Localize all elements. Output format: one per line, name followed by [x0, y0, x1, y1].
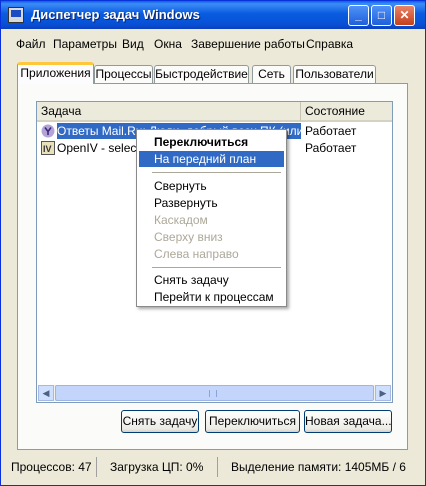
menu-item-go-to-process[interactable]: Перейти к процессам	[139, 289, 284, 305]
scroll-left-button[interactable]: ◀	[38, 385, 54, 401]
menu-options[interactable]: Параметры	[53, 37, 117, 51]
tab-users[interactable]: Пользователи	[293, 65, 376, 83]
menu-item-tile-vertical: Сверху вниз	[154, 230, 223, 244]
menu-item-minimize[interactable]: Свернуть	[139, 178, 284, 194]
status-processes: Процессов: 47	[1, 457, 97, 477]
column-header-status[interactable]: Состояние	[301, 102, 392, 122]
menu-item-cascade: Каскадом	[154, 213, 208, 227]
menu-separator	[152, 172, 281, 173]
column-header-task[interactable]: Задача	[37, 102, 301, 122]
switch-to-button[interactable]: Переключиться	[205, 410, 300, 433]
task-status: Работает	[305, 141, 357, 155]
end-task-button[interactable]: Снять задачу	[121, 410, 199, 433]
svg-text:IV: IV	[43, 144, 52, 154]
status-bar: Процессов: 47 Загрузка ЦП: 0% Выделение …	[1, 457, 425, 479]
tab-performance[interactable]: Быстродействие	[154, 65, 249, 83]
tab-processes[interactable]: Процессы	[94, 65, 153, 83]
window-title: Диспетчер задач Windows	[31, 7, 200, 22]
minimize-icon: _	[355, 8, 362, 22]
menu-help[interactable]: Справка	[306, 37, 353, 51]
close-button[interactable]: ✕	[394, 5, 415, 26]
tab-network[interactable]: Сеть	[252, 65, 291, 83]
menu-item-end-task[interactable]: Снять задачу	[139, 272, 284, 288]
menu-separator	[152, 267, 281, 268]
grip-icon	[209, 390, 217, 397]
task-status: Работает	[305, 124, 357, 138]
status-cpu: Загрузка ЦП: 0%	[98, 457, 218, 477]
close-icon: ✕	[399, 8, 410, 22]
new-task-button[interactable]: Новая задача...	[304, 410, 392, 433]
scroll-right-button[interactable]: ▶	[375, 385, 391, 401]
maximize-button[interactable]: □	[371, 5, 392, 26]
context-menu: Переключиться На передний план Свернуть …	[136, 129, 287, 307]
scrollbar-thumb[interactable]	[55, 385, 374, 401]
menu-item-maximize[interactable]: Развернуть	[139, 195, 284, 211]
mail-ru-answers-icon	[41, 124, 55, 138]
openiv-icon: IV	[41, 141, 55, 155]
menu-shutdown[interactable]: Завершение работы	[191, 37, 305, 51]
title-bar[interactable]: Диспетчер задач Windows _ □ ✕	[1, 1, 425, 29]
chevron-right-icon: ▶	[379, 388, 387, 398]
task-manager-app-icon	[8, 7, 24, 23]
menu-item-tile-horizontal: Слева направо	[154, 247, 239, 261]
menu-item-bring-to-front[interactable]: На передний план	[139, 151, 284, 167]
menu-file[interactable]: Файл	[16, 37, 46, 51]
chevron-left-icon: ◀	[42, 388, 50, 398]
horizontal-scrollbar[interactable]: ◀ ▶	[38, 385, 391, 401]
task-manager-window: Диспетчер задач Windows _ □ ✕ Файл Парам…	[0, 0, 426, 486]
minimize-button[interactable]: _	[348, 5, 369, 26]
menu-item-switch[interactable]: Переключиться	[139, 134, 284, 150]
menu-view[interactable]: Вид	[122, 37, 144, 51]
tab-applications[interactable]: Приложения	[17, 62, 94, 84]
status-memory: Выделение памяти: 1405МБ / 6	[231, 460, 406, 474]
menu-windows[interactable]: Окна	[154, 37, 182, 51]
menu-bar: Файл Параметры Вид Окна Завершение работ…	[1, 37, 425, 55]
maximize-icon: □	[377, 8, 386, 22]
